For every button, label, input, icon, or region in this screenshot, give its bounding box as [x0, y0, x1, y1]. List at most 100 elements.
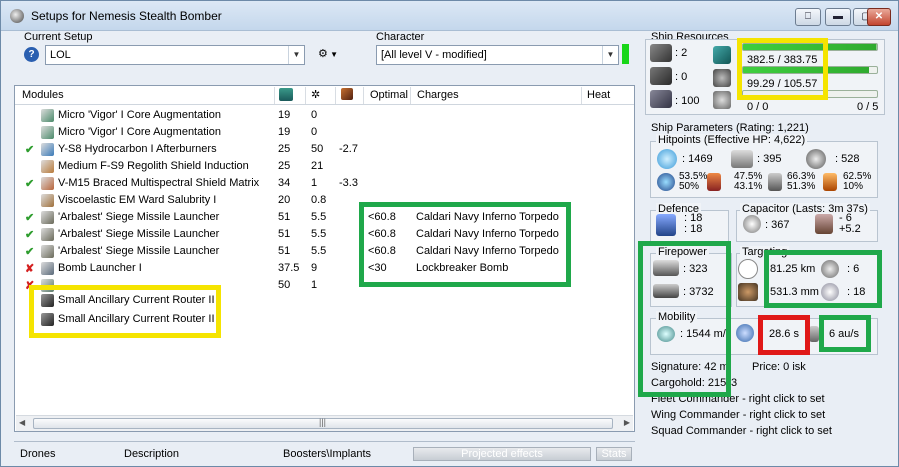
mobility-label: Mobility — [656, 311, 698, 323]
module-power: 21 — [311, 160, 324, 172]
module-icon — [41, 228, 54, 241]
warp-speed-icon — [809, 326, 819, 342]
tab-description[interactable]: Description — [124, 448, 179, 460]
module-status-icon[interactable]: ✘ — [25, 262, 34, 275]
module-charge[interactable]: Caldari Navy Inferno Torpedo — [416, 211, 559, 223]
defence-values: : 18: 18 — [684, 212, 703, 235]
module-optimal: <60.8 — [368, 228, 396, 240]
module-row[interactable]: Medium F-S9 Regolith Shield Induction 25 2… — [15, 158, 634, 175]
module-charge[interactable]: Caldari Navy Inferno Torpedo — [416, 245, 559, 257]
heat-header[interactable]: Heat — [587, 89, 610, 101]
module-row[interactable]: ✔ V-M15 Braced Multispectral Shield Matri… — [15, 175, 634, 192]
tab-drones[interactable]: Drones — [20, 448, 55, 460]
tools-menu-button[interactable]: ⚙ ▼ — [318, 47, 348, 63]
module-status-icon[interactable]: ✔ — [25, 245, 34, 258]
module-row[interactable]: Micro 'Vigor' I Core Augmentation 19 0 — [15, 107, 634, 124]
module-cap: -3.3 — [339, 177, 358, 189]
turret-hardpoint-icon — [650, 44, 672, 62]
module-cpu: 25 — [278, 143, 291, 155]
module-icon — [41, 160, 54, 173]
rig-row[interactable]: Small Ancillary Current Router II — [15, 311, 634, 328]
shield-icon — [657, 149, 677, 169]
tab-stats[interactable]: Stats — [596, 447, 632, 461]
module-status-icon[interactable]: ✔ — [25, 177, 34, 190]
scan-resolution: 531.3 mm — [770, 286, 819, 298]
module-row[interactable]: ✘ Bomb Launcher I 37.5 9 <30 Lockbreaker Bomb — [15, 260, 634, 277]
module-row[interactable]: ✔ Y-S8 Hydrocarbon I Afterburners 25 50 -2.7 — [15, 141, 634, 158]
module-name: Y-S8 Hydrocarbon I Afterburners — [58, 143, 217, 155]
capacitor-delta: - 6 +5.2 — [839, 212, 861, 235]
scan-resolution-icon — [738, 283, 758, 301]
setup-select[interactable]: LOL ▼ — [45, 45, 305, 65]
rig-row[interactable]: Small Ancillary Current Router II — [15, 292, 634, 309]
module-cpu: 51 — [278, 228, 291, 240]
character-select[interactable]: [All level V - modified] ▼ — [376, 45, 619, 65]
capacitor-recharge-icon — [815, 214, 833, 234]
capacitor-column-icon[interactable] — [341, 88, 353, 100]
optimal-header[interactable]: Optimal — [370, 89, 408, 101]
em-resist: 53.5% 50% — [679, 171, 708, 192]
horizontal-scrollbar[interactable]: ◀ ||| ▶ — [16, 415, 633, 431]
module-row[interactable]: Micro 'Vigor' I Core Augmentation 19 0 — [15, 124, 634, 141]
module-row[interactable]: ✔ 'Arbalest' Siege Missile Launcher 51 5.5 <… — [15, 243, 634, 260]
armor-icon — [731, 150, 753, 168]
drone-slots-value: 0 / 5 — [857, 101, 879, 113]
fitting-window: Setups for Nemesis Stealth Bomber ⎕ ▬ ▢ … — [0, 0, 899, 467]
cpu-icon — [713, 46, 731, 64]
module-row[interactable]: ✔ 'Arbalest' Siege Missile Launcher 51 5.5 <… — [15, 226, 634, 243]
chevron-down-icon: ▼ — [288, 46, 304, 64]
scrollbar-thumb[interactable]: ||| — [33, 417, 613, 429]
module-power: 1 — [311, 279, 318, 291]
minimize-button[interactable]: ▬ — [825, 8, 851, 26]
module-name: 'Arbalest' Siege Missile Launcher — [58, 245, 220, 257]
close-button[interactable]: ✕ — [867, 8, 891, 26]
module-row[interactable]: ✔ 'Arbalest' Siege Missile Launcher 51 5.5 <… — [15, 209, 634, 226]
squad-commander[interactable]: Squad Commander - right click to set — [651, 425, 832, 437]
scroll-left-icon[interactable]: ◀ — [19, 418, 25, 427]
targeting-label: Targeting — [740, 246, 790, 258]
module-cpu: 34 — [278, 177, 291, 189]
module-status-icon[interactable]: ✘ — [25, 279, 34, 292]
powergrid-bar — [742, 66, 878, 74]
drone-bay: : 100 — [675, 95, 700, 107]
character-status-indicator — [622, 44, 629, 64]
module-charge[interactable]: Lockbreaker Bomb — [416, 262, 508, 274]
defence-icon — [656, 214, 676, 236]
cpu-column-icon[interactable] — [279, 88, 293, 101]
module-cpu: 51 — [278, 211, 291, 223]
modules-header-label[interactable]: Modules — [22, 89, 64, 101]
fleet-commander[interactable]: Fleet Commander - right click to set — [651, 393, 825, 405]
character-label: Character — [376, 31, 425, 43]
tab-projected-effects[interactable]: Projected effects — [413, 447, 591, 461]
thermal-resist-icon — [707, 173, 721, 191]
help-icon[interactable]: ? — [24, 47, 39, 62]
charges-header[interactable]: Charges — [417, 89, 459, 101]
module-name: Viscoelastic EM Ward Salubrity I — [58, 194, 217, 206]
gear-icon: ⚙ — [318, 48, 328, 60]
drone-bay-icon — [650, 90, 672, 108]
shield-resist-icon — [657, 173, 675, 191]
launcher-hardpoints: : 0 — [675, 71, 688, 83]
module-status-icon[interactable]: ✔ — [25, 228, 34, 241]
module-icon — [41, 143, 54, 156]
module-icon — [41, 194, 54, 207]
module-charge[interactable]: Caldari Navy Inferno Torpedo — [416, 228, 559, 240]
max-targets: : 6 — [847, 263, 860, 275]
module-icon — [41, 262, 54, 275]
tab-boosters-implants[interactable]: Boosters\Implants — [283, 448, 371, 460]
wing-commander[interactable]: Wing Commander - right click to set — [651, 409, 825, 421]
module-row[interactable]: Viscoelastic EM Ward Salubrity I 20 0.8 — [15, 192, 634, 209]
module-status-icon[interactable]: ✔ — [25, 211, 34, 224]
chevron-down-icon: ▼ — [327, 50, 339, 59]
power-column-icon[interactable]: ✲ — [311, 88, 320, 101]
character-select-value: [All level V - modified] — [381, 49, 487, 61]
help-button[interactable]: ⎕ — [795, 8, 821, 26]
volley-icon — [653, 284, 679, 298]
module-power: 5.5 — [311, 245, 327, 257]
module-name: 'Arbalest' Siege Missile Launcher — [58, 228, 220, 240]
module-power: 9 — [311, 262, 318, 274]
module-status-icon[interactable]: ✔ — [25, 143, 34, 156]
module-name: Medium F-S9 Regolith Shield Induction — [58, 160, 249, 172]
scroll-right-icon[interactable]: ▶ — [624, 418, 630, 427]
title-bar[interactable]: Setups for Nemesis Stealth Bomber ⎕ ▬ ▢ … — [1, 1, 898, 31]
